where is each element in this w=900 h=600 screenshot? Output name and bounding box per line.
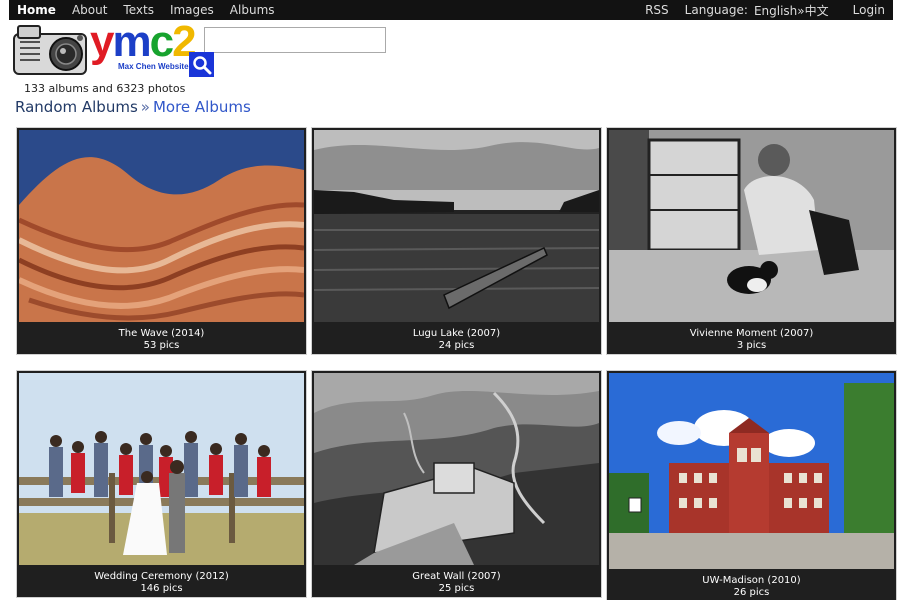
album-title[interactable]: Lugu Lake (2007) xyxy=(312,328,601,340)
album-card-great-wall[interactable]: Great Wall (2007) 25 pics xyxy=(311,370,602,598)
logo-letter-c: c xyxy=(149,17,175,66)
language-label: Language: xyxy=(684,3,748,17)
album-thumbnail[interactable] xyxy=(19,373,304,565)
nav-albums-link[interactable]: Albums xyxy=(230,3,275,17)
great-wall-photo-image xyxy=(314,373,599,565)
album-count: 25 pics xyxy=(438,583,475,594)
album-title[interactable]: Wedding Ceremony (2012) xyxy=(17,571,306,583)
logo-wordmark: ymc2 xyxy=(90,17,197,66)
magnifier-icon xyxy=(192,55,211,74)
album-thumbnail[interactable] xyxy=(609,373,894,569)
album-card-vivienne-moment[interactable]: Vivienne Moment (2007) 3 pics xyxy=(606,127,897,355)
vivienne-photo-image xyxy=(609,130,894,322)
nav-images-link[interactable]: Images xyxy=(170,3,214,17)
album-title[interactable]: Great Wall (2007) xyxy=(312,571,601,583)
login-link[interactable]: Login xyxy=(853,3,885,17)
camera-logo-icon xyxy=(13,25,87,75)
album-card-lugu-lake[interactable]: Lugu Lake (2007) 24 pics xyxy=(311,127,602,355)
album-count: 146 pics xyxy=(140,583,183,594)
language-switch-link[interactable]: English»中文 xyxy=(754,2,829,19)
wave-photo-image xyxy=(19,130,304,322)
album-count: 53 pics xyxy=(143,340,180,351)
nav-home-link[interactable]: Home xyxy=(17,3,56,17)
lake-photo-image xyxy=(314,130,599,322)
rss-link[interactable]: RSS xyxy=(645,3,669,17)
album-thumbnail[interactable] xyxy=(314,130,599,322)
nav-right: RSS Language: English»中文 Login xyxy=(637,0,893,20)
album-title[interactable]: Vivienne Moment (2007) xyxy=(607,328,896,340)
nav-texts-link[interactable]: Texts xyxy=(123,3,154,17)
nav-about-link[interactable]: About xyxy=(72,3,107,17)
search-input[interactable] xyxy=(204,27,386,53)
album-title[interactable]: UW-Madison (2010) xyxy=(607,575,896,587)
album-card-wedding-ceremony[interactable]: Wedding Ceremony (2012) 146 pics xyxy=(16,370,307,598)
site-logo[interactable]: ymc2 Max Chen Website xyxy=(10,17,210,78)
logo-subtitle: Max Chen Website xyxy=(118,62,189,71)
album-thumbnail[interactable] xyxy=(609,130,894,322)
logo-letter-m: m xyxy=(112,17,151,66)
uw-madison-photo-image xyxy=(609,373,894,569)
more-albums-link[interactable]: More Albums xyxy=(153,98,251,116)
album-count: 26 pics xyxy=(733,587,770,598)
album-card-uw-madison[interactable]: UW-Madison (2010) 26 pics xyxy=(606,370,897,600)
album-title[interactable]: The Wave (2014) xyxy=(17,328,306,340)
random-albums-title: Random Albums xyxy=(15,98,138,116)
logo-letter-y: y xyxy=(90,17,115,66)
album-card-the-wave[interactable]: The Wave (2014) 53 pics xyxy=(16,127,307,355)
site-stats: 133 albums and 6323 photos xyxy=(24,82,186,95)
album-count: 24 pics xyxy=(438,340,475,351)
section-heading: Random Albums» More Albums xyxy=(15,98,251,116)
search-button[interactable] xyxy=(189,52,214,77)
album-thumbnail[interactable] xyxy=(314,373,599,565)
album-count: 3 pics xyxy=(736,340,767,351)
album-thumbnail[interactable] xyxy=(19,130,304,322)
wedding-photo-image xyxy=(19,373,304,565)
heading-separator: » xyxy=(140,98,150,116)
